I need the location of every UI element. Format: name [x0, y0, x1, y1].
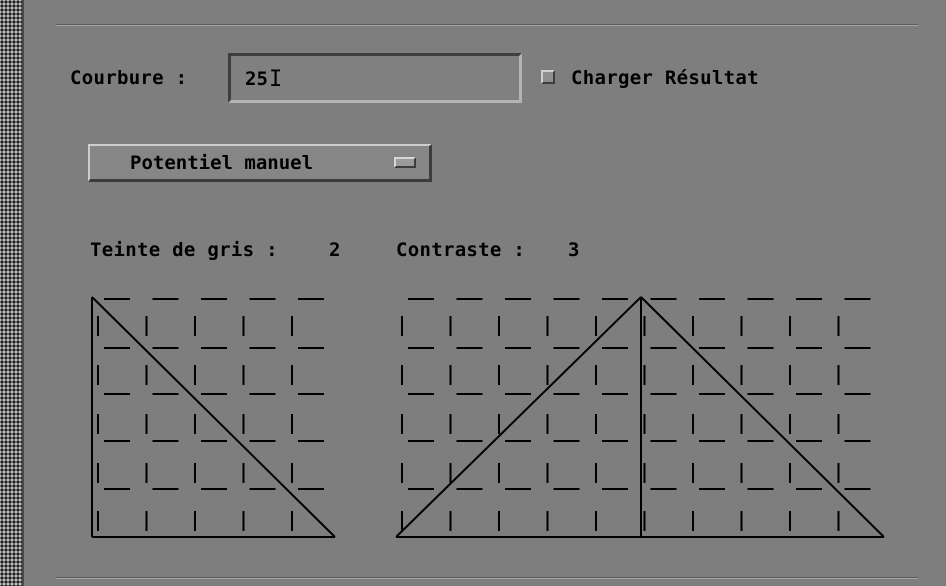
teinte-curve-line [91, 296, 336, 538]
contraste-curve-grid [401, 298, 871, 531]
grey-curve-plots [91, 296, 885, 538]
curve-lines[interactable] [91, 296, 885, 538]
contraste-curve-rising [395, 296, 642, 538]
bottom-separator [56, 577, 918, 579]
contraste-curve-falling [640, 296, 885, 538]
